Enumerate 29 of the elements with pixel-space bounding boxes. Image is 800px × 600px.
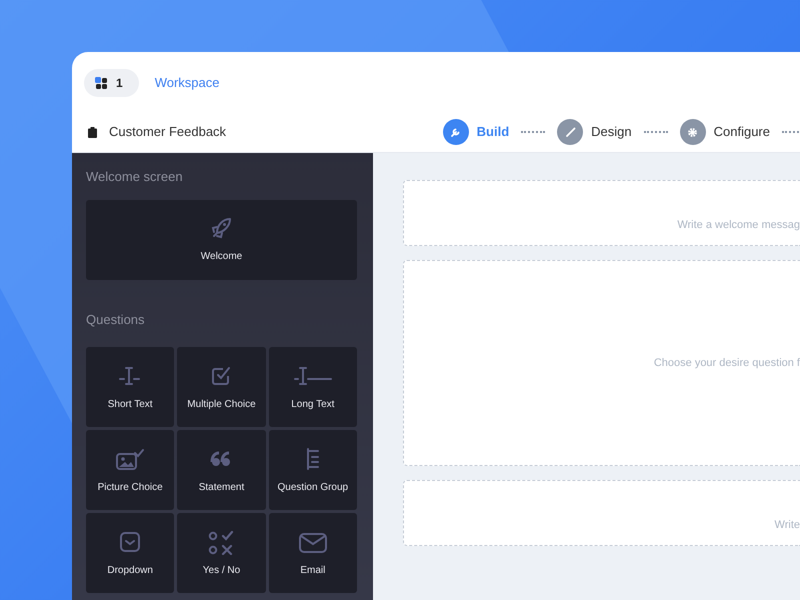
step-tab[interactable]: Configure [714,122,770,142]
block-type-tile[interactable]: Email [268,513,357,593]
placeholder-text: Write a welcome messag [677,218,800,232]
block-type-tile[interactable]: Short Text [86,347,174,427]
step-design-badge[interactable] [557,119,584,145]
placeholder-text: Write [774,518,800,532]
block-type-tile[interactable]: Question Group [268,430,357,510]
section-title: Questions [86,310,146,328]
clipboard-icon [88,126,97,138]
step-tab[interactable]: Design [591,122,632,142]
section-title: Welcome screen [86,168,184,186]
gear-icon [686,126,700,138]
block-type-tile[interactable]: Yes / No [177,513,266,593]
block-type-tile[interactable]: Statement [177,430,266,510]
step-build-badge[interactable] [442,119,469,145]
block-type-tile[interactable]: Dropdown [86,513,174,593]
brush-icon [564,126,577,138]
grid-icon [95,76,108,90]
block-type-tile[interactable]: Multiple Choice [177,347,266,427]
block-type-tile[interactable]: Welcome [86,200,357,280]
workspace-count-button[interactable]: 1 [84,69,139,97]
step-tab[interactable]: Build [476,122,510,142]
block-type-tile[interactable]: Long Text [268,347,357,427]
block-type-tile[interactable]: Picture Choice [86,430,174,510]
wrench-icon [449,126,462,138]
workspace-link[interactable]: Workspace [154,73,220,93]
placeholder-text: Choose your desire question f [654,356,800,371]
step-configure-badge[interactable] [680,119,706,145]
form-title: Customer Feedback [108,123,226,142]
